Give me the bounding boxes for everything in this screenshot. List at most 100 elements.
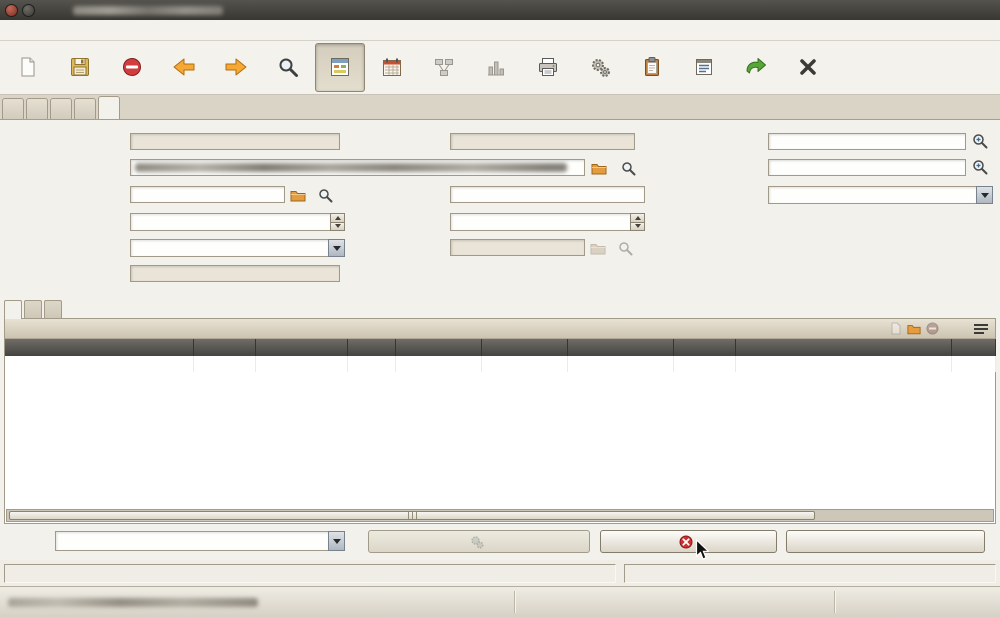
- tab-menu[interactable]: [2, 98, 24, 119]
- column-header-uos-prodotto[interactable]: [481, 339, 567, 356]
- tab-fatture-clienti[interactable]: [50, 98, 72, 119]
- column-header-prodotto[interactable]: [5, 339, 193, 356]
- spinner-up-icon[interactable]: [630, 213, 645, 223]
- notebook-tab-informazioni-aggiuntive[interactable]: [24, 300, 42, 318]
- column-header-peso[interactable]: [347, 339, 395, 356]
- indirizzo-field[interactable]: [130, 159, 585, 176]
- toolbar-button-chiudi[interactable]: [783, 43, 833, 92]
- open-record-icon[interactable]: [907, 323, 921, 335]
- window-close-button[interactable]: [5, 4, 18, 17]
- list-search-icon: [277, 55, 299, 79]
- cell-peso-netto: [395, 356, 481, 372]
- search-icon: [616, 240, 634, 256]
- form-view-icon: [329, 55, 351, 79]
- cell-prodotto: [5, 356, 193, 372]
- toolbar-button-nuovo[interactable]: [3, 43, 53, 92]
- giornale-di-magazzino-field[interactable]: [768, 186, 993, 204]
- horizontal-scrollbar[interactable]: [6, 509, 994, 522]
- stato-field[interactable]: [55, 531, 345, 551]
- back-order-di-label: [320, 240, 446, 257]
- cell-punto-di-stoccaggio: [735, 356, 951, 372]
- switch-view-icon[interactable]: [973, 323, 989, 335]
- toolbar-button-calendario[interactable]: [367, 43, 417, 92]
- column-header-peso-netto[interactable]: [395, 339, 481, 356]
- titlebar: [0, 0, 1000, 20]
- record-status-frame: [4, 564, 616, 583]
- toolbar-button-modulo[interactable]: [315, 43, 365, 92]
- toolbar-button-ricarica[interactable]: [731, 43, 781, 92]
- date-picker-zoom-icon[interactable]: [971, 159, 989, 175]
- print-icon: [537, 55, 559, 79]
- folder-open-icon[interactable]: [289, 187, 307, 203]
- column-header-pacco[interactable]: [673, 339, 735, 356]
- column-header-quantita[interactable]: [193, 339, 255, 356]
- origine-field[interactable]: [450, 133, 635, 150]
- numero-pacchetti-input[interactable]: [130, 213, 330, 231]
- spinner-down-icon[interactable]: [630, 223, 645, 232]
- openerp-window: [0, 0, 1000, 617]
- peso-label: [320, 214, 446, 231]
- action-gears-icon: [589, 55, 611, 79]
- footer-bar: [0, 586, 1000, 617]
- toolbar: [0, 41, 1000, 95]
- carrier-tracking-ref-field[interactable]: [450, 186, 645, 203]
- back-order-di-field[interactable]: [450, 239, 585, 256]
- cell-pacco: [673, 356, 735, 372]
- riapri-button[interactable]: [600, 530, 777, 553]
- toolbar-button-precedente[interactable]: [159, 43, 209, 92]
- controllo-fatturazione-field[interactable]: [130, 239, 345, 257]
- diagram-icon: [433, 55, 455, 79]
- column-header-unita-di-misura[interactable]: [255, 339, 347, 356]
- chevron-down-icon[interactable]: [328, 531, 345, 551]
- trasportatore-field[interactable]: [130, 186, 285, 203]
- chevron-down-icon[interactable]: [976, 186, 993, 204]
- toolbar-button-menu[interactable]: [679, 43, 729, 92]
- toolbar-button-grafico: [471, 43, 521, 92]
- folder-open-icon[interactable]: [590, 160, 608, 176]
- footer-separator: [514, 591, 515, 613]
- tab-modules[interactable]: [74, 98, 96, 119]
- carrier-tracking-ref-label: [320, 187, 446, 204]
- peso-input[interactable]: [450, 213, 630, 231]
- tab-ordini-di-consegna[interactable]: [98, 96, 120, 119]
- combo-value: [55, 531, 328, 551]
- stato-label: [0, 533, 50, 550]
- menu-icon: [693, 55, 715, 79]
- toolbar-button-diagram: [419, 43, 469, 92]
- next-arrow-icon: [224, 55, 248, 79]
- redacted-address-text: [135, 163, 567, 172]
- notebook-tab-prodotti[interactable]: [4, 300, 22, 319]
- column-header-data[interactable]: [951, 339, 995, 356]
- origine-label: [320, 134, 446, 151]
- window-minimize-button[interactable]: [22, 4, 35, 17]
- ddt-field[interactable]: [130, 265, 340, 282]
- list-toolbar: [889, 322, 989, 335]
- column-header-punto-di-stoccaggio[interactable]: [735, 339, 951, 356]
- scrollbar-thumb[interactable]: [9, 511, 815, 520]
- toolbar-button-azione[interactable]: [575, 43, 625, 92]
- notebook-tabs: [4, 300, 62, 318]
- tab-pagamenti-clienti[interactable]: [26, 98, 48, 119]
- close-window-icon: [797, 55, 819, 79]
- numero-pacchetti-field: [130, 213, 345, 231]
- notebook-tab-note[interactable]: [44, 300, 62, 318]
- riferimento-label: [0, 134, 126, 151]
- toolbar-button-elimina[interactable]: [107, 43, 157, 92]
- data-prevista-field[interactable]: [768, 159, 966, 176]
- state-status-frame: [624, 564, 996, 583]
- riferimento-field[interactable]: [130, 133, 340, 150]
- date-picker-zoom-icon[interactable]: [971, 133, 989, 149]
- column-header-lotto-di-produzione[interactable]: [567, 339, 673, 356]
- toolbar-button-salva[interactable]: [55, 43, 105, 92]
- toolbar-button-stampa[interactable]: [523, 43, 573, 92]
- toolbar-button-lista[interactable]: [263, 43, 313, 92]
- menubar: [0, 20, 1000, 41]
- toolbar-button-successivo[interactable]: [211, 43, 261, 92]
- toolbar-button-allegati[interactable]: [627, 43, 677, 92]
- mouse-cursor: [695, 539, 709, 563]
- trasportatore-label: [0, 187, 126, 204]
- assegna-ddt-button[interactable]: [786, 530, 985, 553]
- data-ordine-field[interactable]: [768, 133, 966, 150]
- table-row[interactable]: [5, 356, 995, 372]
- folder-open-icon: [589, 240, 607, 256]
